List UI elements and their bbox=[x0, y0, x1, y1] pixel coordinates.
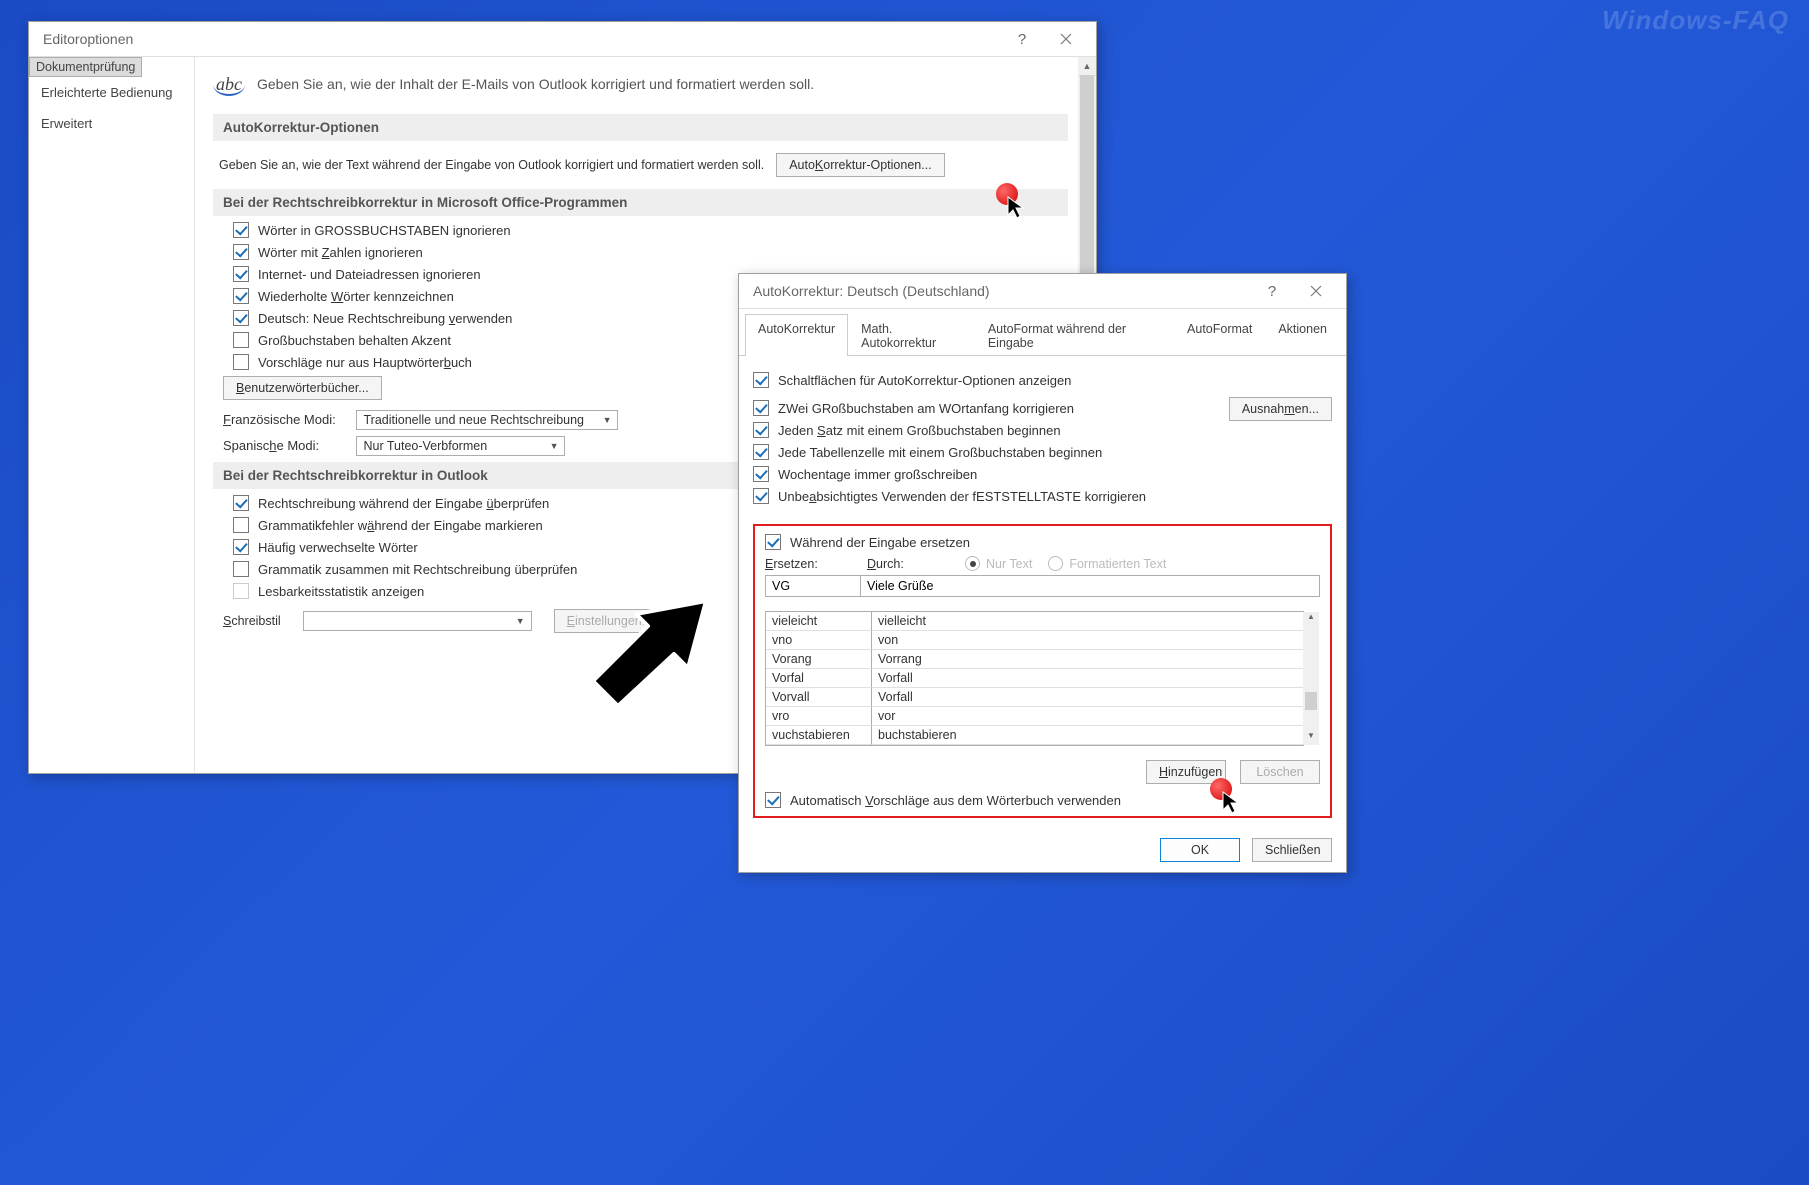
replace-label: Ersetzen: bbox=[765, 557, 859, 571]
checkbox-icon bbox=[233, 539, 249, 555]
tab-autocorrect[interactable]: AutoKorrektur bbox=[745, 314, 848, 356]
checkbox-icon bbox=[233, 266, 249, 282]
radio-formatted-text: Formatierten Text bbox=[1048, 556, 1166, 571]
checkbox-icon bbox=[765, 534, 781, 550]
checkbox-icon bbox=[765, 792, 781, 808]
checkbox-icon bbox=[753, 422, 769, 438]
french-mode-label: Französische Modi: bbox=[223, 412, 353, 427]
checkbox-icon bbox=[753, 400, 769, 416]
radio-icon bbox=[965, 556, 980, 571]
checkbox-icon bbox=[753, 372, 769, 388]
close-button[interactable] bbox=[1044, 24, 1088, 54]
help-button[interactable]: ? bbox=[1000, 24, 1044, 54]
opt-numbers-ignore[interactable]: Wörter mit Zahlen ignorieren bbox=[233, 244, 1068, 260]
checkbox-icon bbox=[233, 583, 249, 599]
opt-capslock[interactable]: Unbeabsichtigtes Verwenden der fESTSTELL… bbox=[753, 488, 1229, 504]
checkbox-icon bbox=[233, 288, 249, 304]
autocorrect-list[interactable]: vieleichtvielleicht vnovon VorangVorrang… bbox=[765, 611, 1304, 746]
autocorrect-options-button[interactable]: AutoKorrektur-Optionen... bbox=[776, 153, 944, 177]
custom-dictionaries-button[interactable]: Benutzerwörterbücher... bbox=[223, 376, 382, 400]
checkbox-icon bbox=[233, 332, 249, 348]
checkbox-icon bbox=[233, 495, 249, 511]
close-dialog-button[interactable]: Schließen bbox=[1252, 838, 1332, 862]
list-row: vieleichtvielleicht bbox=[766, 612, 1303, 631]
checkbox-icon bbox=[233, 517, 249, 533]
list-row: VorangVorrang bbox=[766, 650, 1303, 669]
editor-title: Editoroptionen bbox=[43, 31, 1000, 47]
autocorrect-desc: Geben Sie an, wie der Text während der E… bbox=[219, 158, 764, 172]
editor-titlebar[interactable]: Editoroptionen ? bbox=[29, 22, 1096, 57]
tab-math[interactable]: Math. Autokorrektur bbox=[848, 314, 975, 356]
tab-autoformat[interactable]: AutoFormat bbox=[1174, 314, 1265, 356]
opt-sentence-cap[interactable]: Jeden Satz mit einem Großbuchstaben begi… bbox=[753, 422, 1229, 438]
chevron-down-icon: ▼ bbox=[550, 441, 559, 451]
cursor-icon bbox=[1006, 195, 1026, 222]
arrow-annotation-icon bbox=[588, 596, 708, 709]
chevron-down-icon: ▼ bbox=[603, 415, 612, 425]
scroll-down-icon[interactable]: ▼ bbox=[1303, 731, 1319, 745]
highlight-annotation: Während der Eingabe ersetzen Ersetzen: D… bbox=[753, 524, 1332, 818]
close-button[interactable] bbox=[1294, 276, 1338, 306]
cursor-icon bbox=[1221, 790, 1241, 817]
spanish-mode-label: Spanische Modi: bbox=[223, 438, 353, 453]
scroll-thumb[interactable] bbox=[1305, 692, 1317, 710]
checkbox-icon bbox=[753, 488, 769, 504]
checkbox-icon bbox=[233, 310, 249, 326]
abc-check-icon: abc bbox=[213, 73, 245, 96]
list-row: vnovon bbox=[766, 631, 1303, 650]
intro-text: Geben Sie an, wie der Inhalt der E-Mails… bbox=[257, 73, 814, 92]
opt-replace-while-typing[interactable]: Während der Eingabe ersetzen bbox=[765, 534, 1320, 550]
scroll-up-icon[interactable]: ▲ bbox=[1303, 612, 1319, 626]
list-row: vuchstabierenbuchstabieren bbox=[766, 726, 1303, 745]
checkbox-icon bbox=[233, 222, 249, 238]
sidebar-item-advanced[interactable]: Erweitert bbox=[29, 108, 194, 139]
tab-actions[interactable]: Aktionen bbox=[1265, 314, 1340, 356]
autocorrect-title: AutoKorrektur: Deutsch (Deutschland) bbox=[753, 283, 1250, 299]
scroll-up-icon[interactable]: ▲ bbox=[1078, 57, 1096, 76]
group-office-header: Bei der Rechtschreibkorrektur in Microso… bbox=[213, 189, 1068, 216]
sidebar-item-proofing[interactable]: Dokumentprüfung bbox=[29, 57, 142, 77]
autocorrect-titlebar[interactable]: AutoKorrektur: Deutsch (Deutschland) ? bbox=[739, 274, 1346, 309]
watermark-text: Windows-FAQ bbox=[1602, 5, 1789, 36]
with-input[interactable] bbox=[861, 575, 1320, 597]
checkbox-icon bbox=[233, 244, 249, 260]
tab-autoformat-typing[interactable]: AutoFormat während der Eingabe bbox=[975, 314, 1174, 356]
list-row: vrovor bbox=[766, 707, 1303, 726]
opt-two-caps[interactable]: ZWei GRoßbuchstaben am WOrtanfang korrig… bbox=[753, 400, 1229, 416]
checkbox-icon bbox=[753, 466, 769, 482]
sidebar-item-ease[interactable]: Erleichterte Bedienung bbox=[29, 77, 194, 108]
help-button[interactable]: ? bbox=[1250, 276, 1294, 306]
spanish-mode-select[interactable]: Nur Tuteo-Verbformen▼ bbox=[356, 436, 565, 456]
chevron-down-icon: ▼ bbox=[516, 616, 525, 626]
opt-show-ac-buttons[interactable]: Schaltflächen für AutoKorrektur-Optionen… bbox=[753, 372, 1332, 388]
opt-days-cap[interactable]: Wochentage immer großschreiben bbox=[753, 466, 1229, 482]
list-row: VorvallVorfall bbox=[766, 688, 1303, 707]
opt-uppercase-ignore[interactable]: Wörter in GROSSBUCHSTABEN ignorieren bbox=[233, 222, 1068, 238]
sidebar: Dokumentprüfung Erleichterte Bedienung E… bbox=[29, 57, 195, 773]
writing-style-label: Schreibstil bbox=[223, 614, 281, 628]
radio-icon bbox=[1048, 556, 1063, 571]
autocorrect-dialog: AutoKorrektur: Deutsch (Deutschland) ? A… bbox=[738, 273, 1347, 873]
list-scrollbar[interactable]: ▲ ▼ bbox=[1303, 612, 1319, 745]
with-label: Durch: bbox=[867, 557, 917, 571]
ok-button[interactable]: OK bbox=[1160, 838, 1240, 862]
delete-button[interactable]: Löschen bbox=[1240, 760, 1320, 784]
writing-style-select[interactable]: ▼ bbox=[303, 611, 532, 631]
checkbox-icon bbox=[233, 354, 249, 370]
opt-tablecell-cap[interactable]: Jede Tabellenzelle mit einem Großbuchsta… bbox=[753, 444, 1229, 460]
group-autocorrect-header: AutoKorrektur-Optionen bbox=[213, 114, 1068, 141]
checkbox-icon bbox=[233, 561, 249, 577]
radio-plain-text: Nur Text bbox=[965, 556, 1032, 571]
checkbox-icon bbox=[753, 444, 769, 460]
replace-input[interactable] bbox=[765, 575, 861, 597]
autocorrect-tabs: AutoKorrektur Math. Autokorrektur AutoFo… bbox=[739, 313, 1346, 356]
exceptions-button[interactable]: Ausnahmen... bbox=[1229, 397, 1332, 421]
list-row: VorfalVorfall bbox=[766, 669, 1303, 688]
french-mode-select[interactable]: Traditionelle und neue Rechtschreibung▼ bbox=[356, 410, 618, 430]
